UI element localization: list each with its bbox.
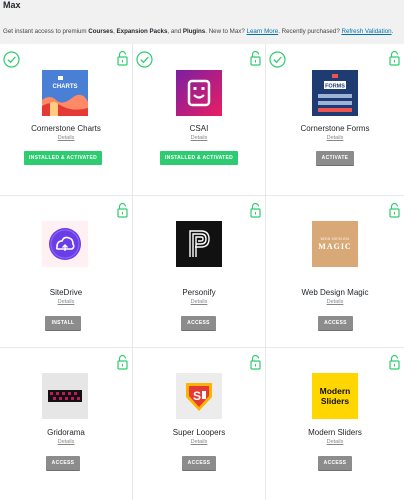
details-link[interactable]: Details [0, 439, 132, 445]
plugin-name: Modern Sliders [308, 428, 362, 437]
plugin-name: CSAI [189, 124, 209, 133]
card-modern-sliders: Modern Sliders Modern Sliders Details AC… [266, 348, 404, 500]
sliders-thumb-label-2: Sliders [321, 396, 350, 406]
intro-end: . [391, 28, 394, 35]
forms-thumb-label: FORMS [325, 84, 345, 90]
forms-thumbnail: FORMS [312, 70, 358, 116]
csai-thumbnail [176, 70, 222, 116]
details-link[interactable]: Details [0, 135, 132, 141]
intro-expansion-packs: Expansion Packs [116, 28, 168, 35]
page-title: Max [3, 0, 21, 10]
unlocked-padlock-icon [250, 355, 261, 370]
install-button[interactable]: INSTALL [45, 316, 81, 330]
access-button[interactable]: ACCESS [182, 456, 216, 470]
unlocked-padlock-icon [389, 203, 400, 218]
sliders-thumb-label-1: Modern [320, 386, 351, 396]
intro-text: Get instant access to premium Courses, E… [3, 28, 403, 35]
access-button[interactable]: ACCESS [46, 456, 80, 470]
card-personify: Personify Details ACCESS [133, 196, 265, 347]
access-button[interactable]: ACCESS [318, 456, 352, 470]
unlocked-padlock-icon [117, 355, 128, 370]
web-design-magic-thumbnail: WEB DESIGN MAGIC [312, 221, 358, 267]
plugin-grid: CHARTS Cornerstone Charts Details INSTAL… [0, 44, 404, 500]
installed-activated-button[interactable]: INSTALLED & ACTIVATED [160, 151, 238, 165]
details-link[interactable]: Details [266, 299, 404, 305]
intro-plugins: Plugins [182, 28, 206, 35]
plugin-name: Cornerstone Forms [300, 124, 370, 133]
card-csai: CSAI Details INSTALLED & ACTIVATED [133, 44, 265, 195]
modern-sliders-thumbnail: Modern Sliders [312, 373, 358, 419]
intro-recent: . Recently purchased? [278, 28, 342, 35]
check-circle-icon [3, 51, 20, 68]
unlocked-padlock-icon [117, 203, 128, 218]
check-circle-icon [269, 51, 286, 68]
card-sitedrive: SiteDrive Details INSTALL [0, 196, 132, 347]
plugin-name: Web Design Magic [301, 288, 369, 297]
details-link[interactable]: Details [266, 135, 404, 141]
charts-thumb-label: CHARTS [53, 84, 78, 90]
card-gridorama: Gridorama Details ACCESS [0, 348, 132, 500]
unlocked-padlock-icon [250, 51, 261, 66]
installed-activated-button[interactable]: INSTALLED & ACTIVATED [24, 151, 102, 165]
intro-mid: . New to Max? [205, 28, 247, 35]
details-link[interactable]: Details [0, 299, 132, 305]
intro-prefix: Get instant access to premium [3, 28, 89, 35]
card-web-design-magic: WEB DESIGN MAGIC Web Design Magic Detail… [266, 196, 404, 347]
access-button[interactable]: ACCESS [181, 316, 216, 330]
unlocked-padlock-icon [389, 51, 400, 66]
details-link[interactable]: Details [133, 299, 265, 305]
plugin-name: SiteDrive [49, 288, 83, 297]
gridorama-thumbnail [42, 373, 88, 419]
plugin-name: Cornerstone Charts [31, 124, 101, 133]
wdm-thumb-label-top: WEB DESIGN [321, 237, 350, 241]
svg-text:S: S [193, 389, 201, 403]
details-link[interactable]: Details [133, 135, 265, 141]
plugin-name: Personify [182, 288, 216, 297]
plugin-name: Super Loopers [172, 428, 226, 437]
personify-thumbnail [176, 221, 222, 267]
intro-sep: , and [167, 28, 183, 35]
charts-thumbnail: CHARTS [42, 70, 88, 116]
plugin-name: Gridorama [47, 428, 85, 437]
activate-button[interactable]: ACTIVATE [316, 151, 354, 165]
details-link[interactable]: Details [133, 439, 265, 445]
card-super-loopers: S Super Loopers Details ACCESS [133, 348, 265, 500]
super-loopers-thumbnail: S [176, 373, 222, 419]
sitedrive-thumbnail [42, 221, 88, 267]
access-button[interactable]: ACCESS [318, 316, 353, 330]
unlocked-padlock-icon [117, 51, 128, 66]
refresh-validation-link[interactable]: Refresh Validation [341, 28, 391, 35]
card-cornerstone-forms: FORMS Cornerstone Forms Details ACTIVATE [266, 44, 404, 195]
check-circle-icon [136, 51, 153, 68]
wdm-thumb-label-main: MAGIC [318, 242, 351, 251]
learn-more-link[interactable]: Learn More [247, 28, 279, 35]
unlocked-padlock-icon [389, 355, 400, 370]
unlocked-padlock-icon [250, 203, 261, 218]
details-link[interactable]: Details [266, 439, 404, 445]
intro-courses: Courses [88, 28, 114, 35]
card-cornerstone-charts: CHARTS Cornerstone Charts Details INSTAL… [0, 44, 132, 195]
